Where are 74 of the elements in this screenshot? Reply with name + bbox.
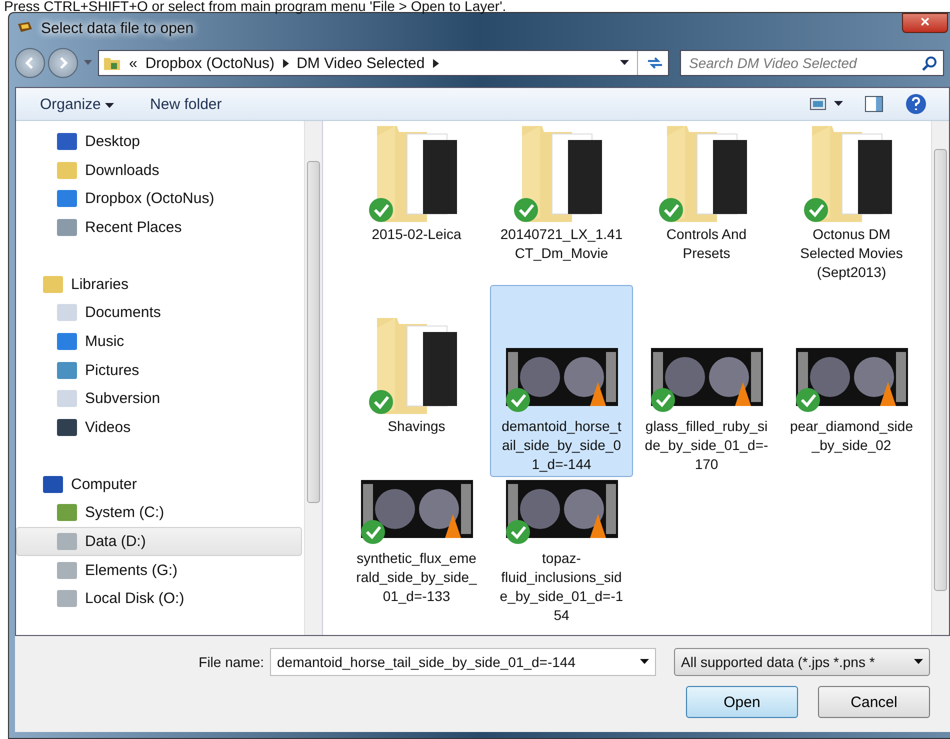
nav-item[interactable]: Elements (G:) [16, 556, 302, 585]
view-icon[interactable] [810, 97, 826, 111]
file-item[interactable]: Octonus DM Selected Movies (Sept2013) [780, 121, 923, 285]
open-button[interactable]: Open [686, 686, 798, 718]
forward-button[interactable] [48, 48, 78, 78]
file-name: topaz-fluid_inclusions_side_by_side_01_d=-154 [500, 549, 624, 625]
nav-item[interactable]: Desktop [16, 127, 302, 156]
cancel-button[interactable]: Cancel [818, 686, 930, 718]
video-thumbnail-icon [506, 480, 618, 546]
file-item[interactable]: 20140721_LX_1.41 CT_Dm_Movie [490, 121, 633, 285]
nav-group[interactable]: Computer [16, 470, 302, 499]
nav-item[interactable]: Music [16, 327, 302, 356]
file-name: 20140721_LX_1.41 CT_Dm_Movie [500, 225, 624, 263]
file-name-field[interactable]: demantoid_horse_tail_side_by_side_01_d=-144 [270, 648, 656, 676]
scrollbar[interactable] [931, 121, 949, 635]
breadcrumb-arrow-icon[interactable] [282, 58, 289, 68]
nav-item[interactable]: Recent Places [16, 213, 302, 242]
window-title: Select data file to open [41, 20, 194, 36]
file-name: Octonus DM Selected Movies (Sept2013) [799, 225, 904, 282]
scrollbar[interactable] [304, 121, 322, 635]
nav-item[interactable]: Videos [16, 413, 302, 442]
file-item[interactable]: pear_diamond_side_by_side_02 [780, 285, 923, 477]
caret-icon [914, 659, 923, 665]
video-thumbnail-icon [506, 348, 618, 414]
breadcrumb-item[interactable]: DM Video Selected [296, 54, 425, 72]
file-item[interactable]: topaz-fluid_inclusions_side_by_side_01_d=-154 [490, 477, 633, 628]
nav-item[interactable]: Data (D:) [16, 527, 302, 556]
view-caret-icon[interactable] [834, 101, 843, 107]
file-name-label: File name: [198, 654, 264, 670]
nav-item[interactable]: Dropbox (OctoNus) [16, 184, 302, 214]
file-name: 2015-02-Leica [370, 225, 462, 244]
preview-pane-icon[interactable] [865, 96, 883, 112]
caret-icon [105, 102, 114, 108]
file-name: synthetic_flux_emerald_side_by_side_01_d=-133 [355, 549, 478, 606]
file-item[interactable]: 2015-02-Leica [345, 121, 488, 285]
video-thumbnail-icon [650, 348, 762, 414]
new-folder-button[interactable]: New folder [142, 92, 230, 116]
breadcrumb-item[interactable]: Dropbox (OctoNus) [145, 54, 275, 72]
dropdown-caret-icon[interactable] [620, 60, 629, 66]
video-thumbnail-icon [796, 348, 908, 414]
breadcrumb-overflow[interactable]: « [129, 54, 138, 72]
file-name: demantoid_horse_tail_side_by_side_01_d=-144 [500, 417, 622, 474]
file-item[interactable]: Controls And Presets [635, 121, 778, 285]
close-button[interactable]: × [902, 13, 948, 33]
nav-item[interactable]: Local Disk (O:) [16, 584, 302, 614]
video-thumbnail-icon [360, 480, 472, 546]
file-item[interactable]: synthetic_flux_emerald_side_by_side_01_d=-133 [345, 477, 488, 628]
back-button[interactable] [15, 48, 45, 78]
breadcrumb-arrow-icon[interactable] [432, 58, 439, 68]
folder-icon [103, 55, 121, 71]
nav-group[interactable]: Libraries [16, 270, 302, 298]
file-item[interactable]: Shavings [345, 285, 488, 477]
nav-item[interactable]: Documents [16, 298, 302, 328]
file-name: pear_diamond_side_by_side_02 [790, 417, 914, 455]
help-icon[interactable] [905, 93, 927, 115]
file-type-dropdown[interactable]: All supported data (*.jps *.pns * [674, 648, 930, 676]
search-icon [922, 56, 937, 70]
nav-item[interactable]: Subversion [16, 384, 302, 414]
nav-item[interactable]: System (C:) [16, 498, 302, 528]
file-name: Controls And Presets [665, 225, 748, 263]
instruction-text: Press CTRL+SHIFT+O or select from main program menu 'File > Open to Layer'. [3, 0, 508, 12]
file-item[interactable]: glass_filled_ruby_side_by_side_01_d=-170 [635, 285, 778, 477]
search-box[interactable]: Search DM Video Selected [680, 50, 944, 76]
history-caret-icon[interactable] [84, 60, 92, 66]
organize-button[interactable]: Organize [32, 92, 122, 116]
nav-item[interactable]: Pictures [16, 356, 302, 384]
search-field[interactable]: Search DM Video Selected [687, 54, 922, 72]
nav-item[interactable]: Downloads [16, 156, 302, 184]
caret-icon [640, 659, 649, 665]
address-bar[interactable]: « Dropbox (OctoNus) DM Video Selected [98, 50, 669, 76]
file-name: glass_filled_ruby_side_by_side_01_d=-170 [644, 417, 768, 474]
refresh-icon[interactable] [646, 55, 664, 71]
file-item[interactable]: demantoid_horse_tail_side_by_side_01_d=-144 [490, 285, 633, 477]
file-name: Shavings [386, 417, 446, 436]
